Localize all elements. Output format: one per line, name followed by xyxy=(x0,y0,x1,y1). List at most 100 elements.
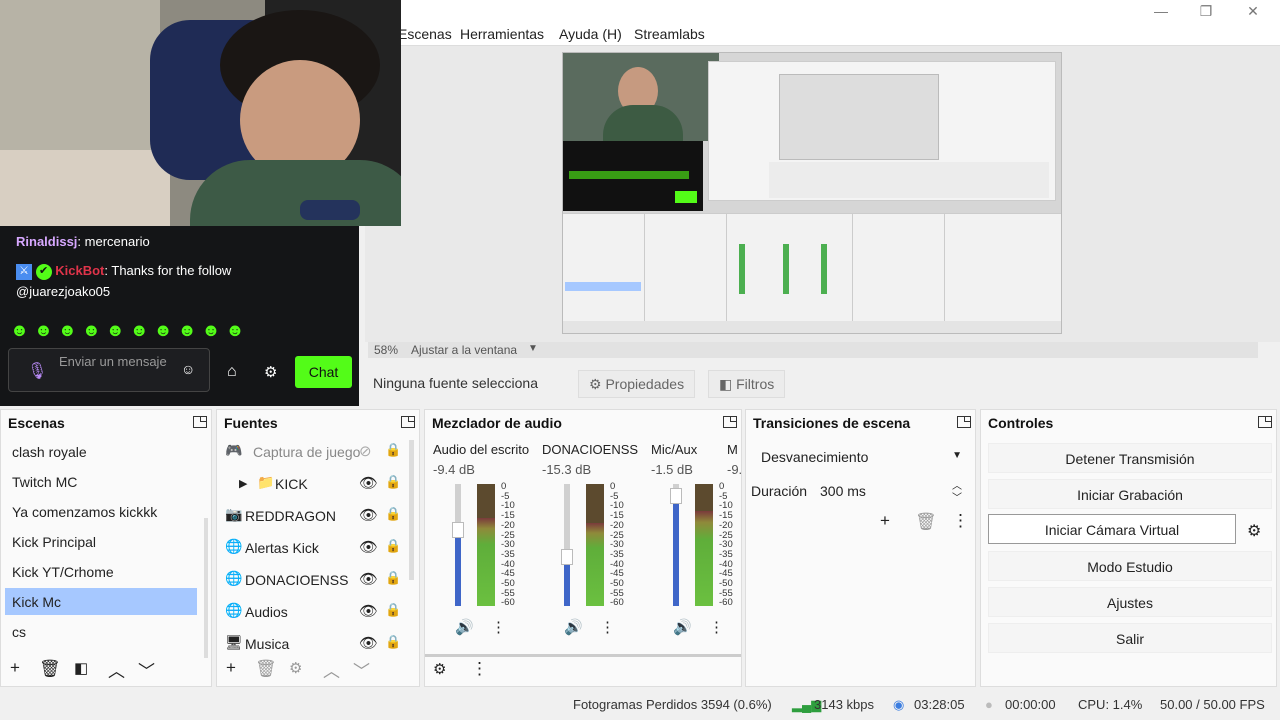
move-down-icon[interactable]: ﹀ xyxy=(353,657,370,682)
close-button[interactable]: ✕ xyxy=(1239,3,1267,20)
source-item[interactable]: 🌐 Alertas Kick 👁 🔒 xyxy=(225,536,405,564)
move-up-icon[interactable]: ︿ xyxy=(323,657,340,682)
speaker-icon[interactable]: 🔊 xyxy=(673,618,692,636)
folder-icon: 📁 xyxy=(257,474,275,490)
trash-icon[interactable]: 🗑 xyxy=(39,659,61,679)
eye-icon[interactable]: 👁 xyxy=(359,474,378,492)
more-options-icon[interactable]: ⋮ xyxy=(952,511,969,531)
menu-herramientas[interactable]: Herramientas xyxy=(460,26,544,42)
properties-button[interactable]: ⚙ Propiedades xyxy=(578,370,696,398)
minimize-button[interactable]: — xyxy=(1147,3,1175,19)
source-item[interactable]: 🖥 Musica 👁 🔒 xyxy=(225,632,405,660)
more-options-icon[interactable]: ⋮ xyxy=(709,618,724,636)
exit-button[interactable]: Salir xyxy=(988,623,1272,653)
lock-icon[interactable]: 🔒 xyxy=(385,442,401,458)
more-options-icon[interactable]: ⋮ xyxy=(600,618,615,636)
eye-icon[interactable]: 👁 xyxy=(359,602,378,620)
volume-slider-handle[interactable] xyxy=(452,522,464,538)
volume-slider-handle[interactable] xyxy=(670,488,682,504)
move-up-icon[interactable]: ︿ xyxy=(108,657,125,682)
float-dock-icon[interactable] xyxy=(401,416,415,428)
eye-icon[interactable]: 👁 xyxy=(359,570,378,588)
gear-icon[interactable]: ⚙ xyxy=(289,659,302,677)
eye-hidden-icon[interactable]: ⊘ xyxy=(359,442,372,460)
lock-icon[interactable]: 🔒 xyxy=(385,634,401,650)
gear-icon[interactable]: ⚙ xyxy=(1247,521,1261,541)
microphone-icon[interactable]: 🎙 xyxy=(27,361,47,381)
add-icon[interactable]: + xyxy=(10,658,20,678)
scene-filter-icon[interactable]: ◧ xyxy=(74,659,88,677)
maximize-button[interactable]: ❐ xyxy=(1192,3,1220,20)
float-dock-icon[interactable] xyxy=(957,416,971,428)
scene-item[interactable]: clash royale xyxy=(5,438,197,465)
more-options-icon[interactable]: ⋮ xyxy=(491,618,506,636)
record-time: 00:00:00 xyxy=(1005,697,1056,712)
lock-icon[interactable]: 🔒 xyxy=(385,474,401,490)
scrollbar[interactable] xyxy=(204,518,208,658)
chat-input[interactable]: 🎙 Enviar un mensaje ☺ xyxy=(8,348,210,392)
controls-dock: Controles Detener Transmisión Iniciar Gr… xyxy=(980,409,1277,687)
audio-mixer-dock: Mezclador de audio Audio del escrito -9.4… xyxy=(424,409,742,687)
advanced-audio-gear-icon[interactable]: ⚙ xyxy=(433,660,446,678)
store-icon[interactable]: ⌂ xyxy=(227,363,237,381)
more-options-icon[interactable]: ⋮ xyxy=(471,659,488,679)
add-icon[interactable]: + xyxy=(226,658,236,678)
source-item[interactable]: 🌐 DONACIOENSS 👁 🔒 xyxy=(225,568,405,596)
speaker-icon[interactable]: 🔊 xyxy=(564,618,583,636)
expand-icon[interactable]: ▶ xyxy=(239,477,247,490)
scene-item[interactable]: Ya comenzamos kickkk xyxy=(5,498,197,525)
zoom-level: 58% xyxy=(374,343,399,357)
lock-icon[interactable]: 🔒 xyxy=(385,506,401,522)
zoom-fit-dropdown[interactable]: Ajustar a la ventana xyxy=(411,343,517,357)
emote-row[interactable]: ☻☻☻☻☻☻☻☻☻☻ xyxy=(10,320,249,341)
program-preview[interactable] xyxy=(562,52,1062,334)
emoji-icon[interactable]: ☺ xyxy=(181,361,195,377)
lock-icon[interactable]: 🔒 xyxy=(385,570,401,586)
eye-icon[interactable]: 👁 xyxy=(359,506,378,524)
stop-stream-button[interactable]: Detener Transmisión xyxy=(988,443,1272,473)
eye-icon[interactable]: 👁 xyxy=(359,634,378,652)
chevron-down-icon[interactable]: ▼ xyxy=(528,343,538,354)
scene-item[interactable]: cs xyxy=(5,618,197,645)
lock-icon[interactable]: 🔒 xyxy=(385,538,401,554)
lock-icon[interactable]: 🔒 xyxy=(385,602,401,618)
virtual-camera-button[interactable]: Iniciar Cámara Virtual xyxy=(988,514,1236,544)
scene-item[interactable]: Kick YT/Crhome xyxy=(5,558,197,585)
source-item[interactable]: ▶ 📁 KICK 👁 🔒 xyxy=(225,472,405,500)
trash-icon[interactable]: 🗑 xyxy=(915,512,937,532)
source-item[interactable]: 🌐 Audios 👁 🔒 xyxy=(225,600,405,628)
trash-icon[interactable]: 🗑 xyxy=(255,659,277,679)
menu-escenas[interactable]: Escenas xyxy=(398,26,452,42)
mixer-scrollbar[interactable] xyxy=(425,654,741,657)
duration-spinbox[interactable]: 300 ms ︿ ﹀ xyxy=(816,476,970,504)
move-down-icon[interactable]: ﹀ xyxy=(138,657,155,682)
scrollbar[interactable] xyxy=(409,440,414,580)
scene-item[interactable]: Kick Principal xyxy=(5,528,197,555)
spin-down-icon[interactable]: ﹀ xyxy=(952,489,962,504)
start-recording-button[interactable]: Iniciar Grabación xyxy=(988,479,1272,509)
settings-button[interactable]: Ajustes xyxy=(988,587,1272,617)
source-item[interactable]: 🎮 Captura de juego ⊘ 🔒 xyxy=(225,440,405,468)
scene-item-selected[interactable]: Kick Mc xyxy=(5,588,197,615)
volume-slider[interactable] xyxy=(561,484,573,606)
menu-ayuda[interactable]: Ayuda (H) xyxy=(559,26,622,42)
mixer-channel: DONACIOENSS -15.3 dB 0 -5 -10 -15 -20 -25 -30 -35… xyxy=(542,410,647,650)
filters-button[interactable]: ◧ Filtros xyxy=(708,370,786,398)
volume-slider[interactable] xyxy=(670,484,682,606)
add-icon[interactable]: + xyxy=(880,511,890,531)
volume-slider[interactable] xyxy=(452,484,464,606)
eye-icon[interactable]: 👁 xyxy=(359,538,378,556)
float-dock-icon[interactable] xyxy=(193,416,207,428)
volume-slider-handle[interactable] xyxy=(561,549,573,565)
transition-type-select[interactable]: Desvanecimiento ▼ xyxy=(750,442,972,470)
scene-item[interactable]: Twitch MC xyxy=(5,468,197,495)
chat-send-button[interactable]: Chat xyxy=(295,356,352,388)
bitrate: 3143 kbps xyxy=(814,697,874,712)
speaker-icon[interactable]: 🔊 xyxy=(455,618,474,636)
source-item[interactable]: 📷 REDDRAGON 👁 🔒 xyxy=(225,504,405,532)
meter-scale-label: -60 xyxy=(501,597,515,609)
float-dock-icon[interactable] xyxy=(1258,416,1272,428)
menu-streamlabs[interactable]: Streamlabs xyxy=(634,26,705,42)
studio-mode-button[interactable]: Modo Estudio xyxy=(988,551,1272,581)
gear-icon[interactable]: ⚙ xyxy=(264,363,277,381)
